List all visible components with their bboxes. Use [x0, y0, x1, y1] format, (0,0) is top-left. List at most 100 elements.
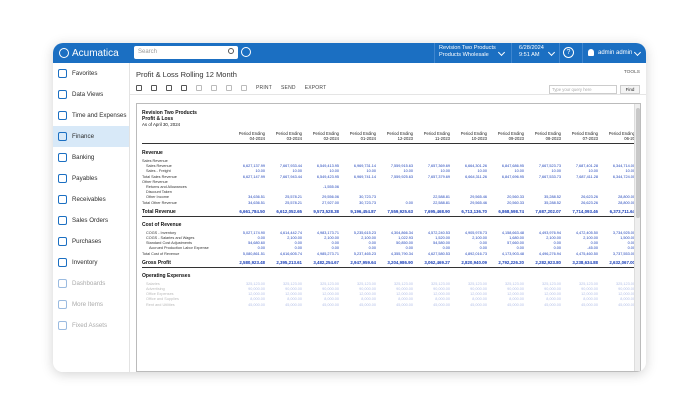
- cell-value[interactable]: 10.00: [564, 169, 598, 173]
- sidebar-item-receivables[interactable]: Receivables: [53, 189, 129, 210]
- cell-value[interactable]: 29,556.06: [305, 195, 339, 199]
- scrollbar-thumb[interactable]: [636, 108, 640, 218]
- chevron-down-icon[interactable]: [497, 48, 506, 57]
- cell-value[interactable]: 3,062,469.27: [416, 260, 450, 265]
- cell-value[interactable]: 12,000.00: [342, 292, 376, 296]
- cell-value[interactable]: 6,549,413.95: [305, 164, 339, 168]
- cell-value[interactable]: 7,667,943.44: [268, 175, 302, 179]
- cell-value[interactable]: 7,559,925.63: [379, 175, 413, 179]
- cell-value[interactable]: 45,000.00: [379, 303, 413, 307]
- first-page-icon[interactable]: [196, 85, 202, 91]
- cell-value[interactable]: 6,373,711.64: [601, 209, 635, 214]
- cell-value[interactable]: 4,905,978.73: [453, 231, 487, 235]
- sidebar-item-more-items[interactable]: More Items: [53, 294, 129, 315]
- sidebar-item-favorites[interactable]: Favorites: [53, 63, 129, 84]
- cell-value[interactable]: 45,000.00: [231, 303, 265, 307]
- cell-value[interactable]: 0.00: [379, 201, 413, 205]
- cell-value[interactable]: 45,000.00: [527, 303, 561, 307]
- help-icon[interactable]: ?: [563, 47, 574, 58]
- cell-value[interactable]: 6,612,052.65: [268, 209, 302, 214]
- cell-value[interactable]: 325,123.00: [379, 282, 413, 286]
- cell-value[interactable]: 2,820,940.09: [453, 260, 487, 265]
- cell-value[interactable]: 325,123.00: [416, 282, 450, 286]
- cell-value[interactable]: 10.00: [231, 169, 265, 173]
- cell-value[interactable]: 7,687,202.07: [527, 209, 561, 214]
- cell-value[interactable]: 4,572,240.53: [416, 231, 450, 235]
- sidebar-item-banking[interactable]: Banking: [53, 147, 129, 168]
- cell-value[interactable]: 54,580.00: [416, 241, 450, 245]
- cell-value[interactable]: 325,123.00: [564, 282, 598, 286]
- cell-value[interactable]: 12,000.00: [379, 292, 413, 296]
- cell-value[interactable]: 54,680.60: [231, 241, 265, 245]
- cell-value[interactable]: 7,714,093.46: [564, 209, 598, 214]
- cell-value[interactable]: 0.00: [490, 246, 524, 250]
- cell-value[interactable]: 4,304,866.34: [379, 231, 413, 235]
- cell-value[interactable]: 45,000.00: [342, 303, 376, 307]
- cell-value[interactable]: 5,027,174.90: [231, 231, 265, 235]
- sidebar-item-sales-orders[interactable]: Sales Orders: [53, 210, 129, 231]
- cell-value[interactable]: 25,578.21: [268, 195, 302, 199]
- cell-value[interactable]: 1,520.00: [416, 236, 450, 240]
- cell-value[interactable]: 28,800.00: [601, 195, 635, 199]
- cell-value[interactable]: 325,123.00: [453, 282, 487, 286]
- cell-value[interactable]: 28,800.00: [601, 201, 635, 205]
- print-button[interactable]: PRINT: [256, 85, 272, 91]
- cell-value[interactable]: 7,687,401.28: [564, 164, 598, 168]
- cell-value[interactable]: 29,565.46: [453, 195, 487, 199]
- cell-value[interactable]: 12,000.00: [231, 292, 265, 296]
- cell-value[interactable]: 0.00: [416, 246, 450, 250]
- cell-value[interactable]: 12,000.00: [527, 292, 561, 296]
- cell-value[interactable]: 45,000.00: [416, 303, 450, 307]
- vertical-scrollbar[interactable]: [634, 104, 640, 371]
- user-menu[interactable]: admin admin: [588, 49, 632, 56]
- cell-value[interactable]: 4,983,173.71: [305, 231, 339, 235]
- cell-value[interactable]: 8,000.00: [527, 297, 561, 301]
- cell-value[interactable]: 4,985,273.71: [305, 252, 339, 256]
- cell-value[interactable]: 0.00: [342, 246, 376, 250]
- cell-value[interactable]: 10.00: [527, 169, 561, 173]
- cell-value[interactable]: -1,555.06: [305, 185, 339, 189]
- cell-value[interactable]: 6,713,136.70: [453, 209, 487, 214]
- cell-value[interactable]: 12,000.00: [416, 292, 450, 296]
- history-icon[interactable]: [241, 47, 251, 57]
- last-page-icon[interactable]: [241, 85, 247, 91]
- cell-value[interactable]: 6,627,147.99: [231, 175, 265, 179]
- cell-value[interactable]: 12,000.00: [490, 292, 524, 296]
- cell-value[interactable]: 0.00: [268, 241, 302, 245]
- cell-value[interactable]: 10.00: [601, 169, 635, 173]
- cell-value[interactable]: 8,000.00: [305, 297, 339, 301]
- cell-value[interactable]: 12,000.00: [268, 292, 302, 296]
- cell-value[interactable]: 45,000.00: [601, 303, 635, 307]
- cell-value[interactable]: 6,664,301.26: [453, 164, 487, 168]
- send-button[interactable]: SEND: [281, 85, 296, 91]
- cell-value[interactable]: 6,344,714.00: [601, 164, 635, 168]
- cell-value[interactable]: 3,482,254.67: [305, 260, 339, 265]
- export-button[interactable]: EXPORT: [305, 85, 327, 91]
- cell-value[interactable]: 12,000.00: [453, 292, 487, 296]
- cell-value[interactable]: 8,000.00: [416, 297, 450, 301]
- cell-value[interactable]: 2,395,213.61: [268, 260, 302, 265]
- business-date[interactable]: 6/28/2024 9:51 AM: [519, 45, 544, 59]
- cell-value[interactable]: 8,000.00: [601, 297, 635, 301]
- cell-value[interactable]: 6,969,731.14: [342, 164, 376, 168]
- cell-value[interactable]: 7,667,533.73: [527, 175, 561, 179]
- cell-value[interactable]: 3,734,925.00: [601, 231, 635, 235]
- next-page-icon[interactable]: [226, 85, 232, 91]
- sidebar-item-payables[interactable]: Payables: [53, 168, 129, 189]
- cell-value[interactable]: 8,000.00: [490, 297, 524, 301]
- cell-value[interactable]: 6,664,311.26: [453, 175, 487, 179]
- cell-value[interactable]: 90,000.00: [564, 287, 598, 291]
- cell-value[interactable]: 0.00: [231, 236, 265, 240]
- cell-value[interactable]: 2,580,923.48: [231, 260, 265, 265]
- cell-value[interactable]: 10.00: [342, 169, 376, 173]
- cell-value[interactable]: 10.00: [416, 169, 450, 173]
- cell-value[interactable]: 34,636.51: [231, 195, 265, 199]
- cell-value[interactable]: 2,100.00: [564, 236, 598, 240]
- cell-value[interactable]: 90,000.00: [601, 287, 635, 291]
- cell-value[interactable]: 45,000.00: [490, 303, 524, 307]
- cell-value[interactable]: 90,000.00: [342, 287, 376, 291]
- cell-value[interactable]: 8,000.00: [453, 297, 487, 301]
- cell-value[interactable]: 3,204,986.90: [379, 260, 413, 265]
- cell-value[interactable]: 7,559,925.63: [379, 209, 413, 214]
- cell-value[interactable]: 8,000.00: [268, 297, 302, 301]
